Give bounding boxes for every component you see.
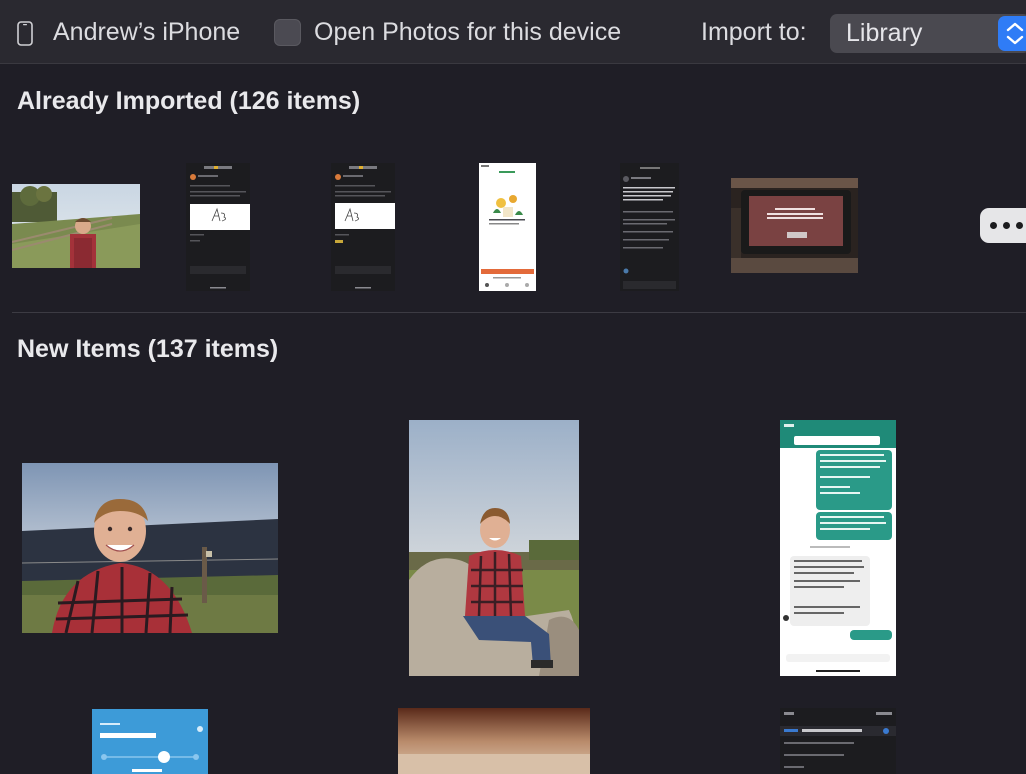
section-divider xyxy=(12,312,1026,313)
more-button[interactable] xyxy=(980,208,1026,243)
photo-image xyxy=(409,420,579,676)
imported-screenshot-thumbnail[interactable] xyxy=(331,163,395,291)
screenshot-image xyxy=(780,708,896,774)
import-toolbar: Andrew’s iPhone Open Photos for this dev… xyxy=(0,0,1026,64)
open-photos-label[interactable]: Open Photos for this device xyxy=(314,18,621,47)
photo-image xyxy=(12,184,140,268)
new-screenshot-thumbnail[interactable] xyxy=(780,708,896,774)
already-imported-title: Already Imported (126 items) xyxy=(17,87,361,115)
select-arrow xyxy=(998,16,1026,51)
open-photos-checkbox[interactable] xyxy=(274,19,301,46)
new-screenshot-thumbnail[interactable] xyxy=(92,709,208,774)
new-items-title: New Items (137 items) xyxy=(17,335,279,363)
screenshot-image xyxy=(331,163,395,291)
photo-image xyxy=(22,463,278,633)
imported-photo-thumbnail[interactable] xyxy=(731,178,858,273)
new-screenshot-thumbnail[interactable] xyxy=(780,420,896,676)
import-to-label: Import to: xyxy=(701,18,807,46)
device-name: Andrew’s iPhone xyxy=(53,18,241,46)
screenshot-image xyxy=(780,420,896,676)
new-photo-thumbnail[interactable] xyxy=(409,420,579,676)
new-photo-thumbnail[interactable] xyxy=(398,708,590,774)
iphone-icon xyxy=(17,21,33,46)
import-to-value: Library xyxy=(846,19,923,47)
screenshot-image xyxy=(479,163,536,291)
updown-chevron-icon xyxy=(1006,22,1024,45)
screenshot-image xyxy=(186,163,250,291)
photo-image xyxy=(398,708,590,774)
new-photo-thumbnail[interactable] xyxy=(22,463,278,633)
screenshot-image xyxy=(92,709,208,774)
imported-screenshot-thumbnail[interactable] xyxy=(186,163,250,291)
photo-image xyxy=(731,178,858,273)
screenshot-image xyxy=(620,163,679,291)
imported-photo-thumbnail[interactable] xyxy=(12,184,140,268)
imported-screenshot-thumbnail[interactable] xyxy=(620,163,679,291)
import-to-select[interactable]: Library xyxy=(830,14,1026,53)
imported-screenshot-thumbnail[interactable] xyxy=(479,163,536,291)
